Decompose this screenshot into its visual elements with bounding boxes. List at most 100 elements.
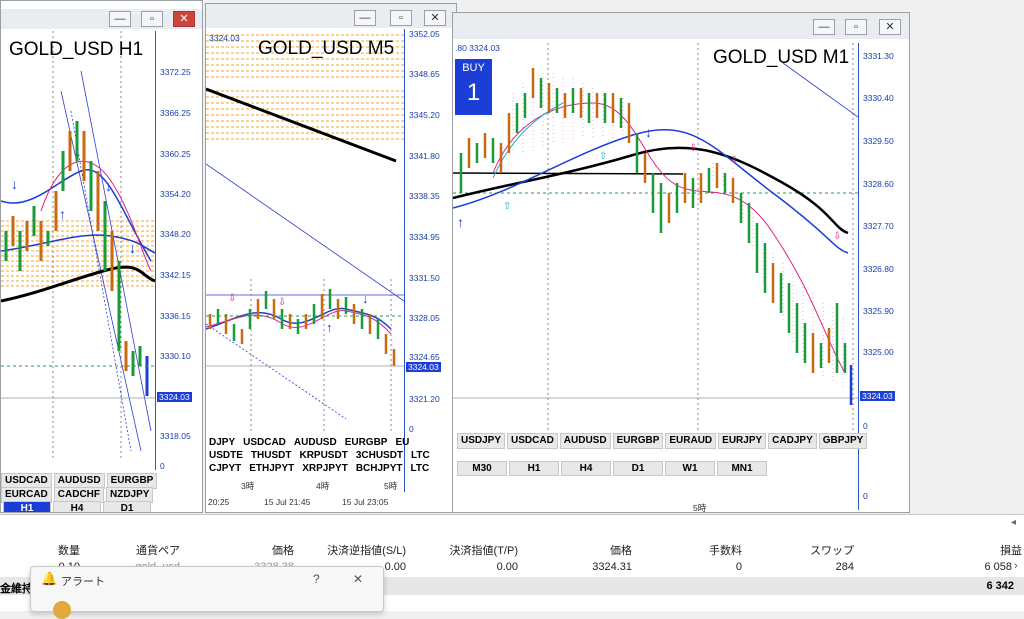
chart-window-h1[interactable]: — ▫ ✕ ↓ ↑ ↓ ↓ GOLD_USD H1 3372.25 3366.2… <box>0 0 203 513</box>
chart-title: GOLD_USD M5 <box>258 38 395 59</box>
price-label: 3328.60 <box>863 179 894 189</box>
symbol-button[interactable]: CJPYT <box>206 462 244 476</box>
column-header[interactable]: 決済逆指値(S/L) <box>300 542 406 558</box>
column-header[interactable]: 数量 <box>40 542 80 558</box>
price-label: 3336.15 <box>160 311 191 321</box>
close-button[interactable]: ✕ <box>353 572 363 586</box>
titlebar[interactable] <box>1 9 202 29</box>
symbol-button[interactable]: EURGBP <box>342 436 391 450</box>
svg-text:↓: ↓ <box>645 124 652 140</box>
price-chart-h1[interactable]: ↓ ↑ ↓ ↓ <box>1 31 155 461</box>
price-label: 3354.20 <box>160 189 191 199</box>
symbol-button[interactable]: USDJPY <box>457 433 506 449</box>
top-price-tag: 3324.03 <box>209 33 240 43</box>
svg-text:⇩: ⇩ <box>278 297 286 308</box>
symbol-button[interactable]: LTC <box>408 449 433 463</box>
price-label: 3338.35 <box>409 191 440 201</box>
svg-text:↓: ↓ <box>11 176 18 192</box>
symbol-button[interactable]: EURGBP <box>612 433 664 449</box>
price-chart-m5[interactable]: ⇩ ⇩ ↑ ↓ <box>206 29 404 434</box>
price-label: 3360.25 <box>160 149 191 159</box>
close-button[interactable]: ✕ <box>879 19 901 35</box>
timeframe-button-w1[interactable]: W1 <box>665 461 715 476</box>
column-header[interactable]: 手数料 <box>680 542 742 558</box>
symbol-button[interactable]: EURJPY <box>718 433 767 449</box>
chart-window-m1[interactable]: — ▫ ✕ .80 3324.03 ↓ ⇧ ⇧ ↑ ⇩ ⇩ ⇩ BUY 1 GO… <box>452 12 910 513</box>
symbol-button[interactable]: ETHJPYT <box>246 462 297 476</box>
position-price: 3324.31 <box>592 561 632 573</box>
timeframe-button-h1[interactable]: H1 <box>509 461 559 476</box>
chart-window-m5[interactable]: — ▫ ✕ ⇩ ⇩ ↑ ↓ 3324.03 GOLD_USD M5 3352.0… <box>205 3 457 513</box>
svg-text:↑: ↑ <box>59 206 66 222</box>
symbol-button[interactable]: EU <box>392 436 412 450</box>
symbol-button[interactable]: USDTE <box>206 449 246 463</box>
symbol-button[interactable]: USDCAD <box>507 433 558 449</box>
column-header[interactable]: 価格 <box>220 542 294 558</box>
timeframe-button-m30[interactable]: M30 <box>457 461 507 476</box>
price-label: 3331.50 <box>409 273 440 283</box>
maximize-button[interactable]: ▫ <box>390 10 412 26</box>
price-label: 3348.65 <box>409 69 440 79</box>
symbol-button[interactable]: XRPJPYT <box>299 462 351 476</box>
symbol-button[interactable]: CADJPY <box>768 433 817 449</box>
symbol-button[interactable]: THUSDT <box>248 449 295 463</box>
price-label: 0 <box>160 461 165 471</box>
symbol-button[interactable]: LTC <box>408 462 433 476</box>
help-button[interactable]: ? <box>313 572 320 586</box>
column-header[interactable]: 決済指値(T/P) <box>420 542 518 558</box>
price-label: 3318.05 <box>160 431 191 441</box>
symbol-button[interactable]: USDCAD <box>240 436 289 450</box>
svg-text:⇩: ⇩ <box>689 143 697 154</box>
alert-dialog[interactable]: 🔔 アラート ? ✕ <box>30 566 384 619</box>
position-pnl: 6 058 <box>984 561 1012 573</box>
buy-lot: 1 <box>466 79 481 106</box>
minimize-button[interactable]: — <box>813 19 835 35</box>
price-label: 0 <box>409 424 414 434</box>
chevron-right-icon[interactable]: › <box>1014 560 1018 572</box>
maximize-button[interactable]: ▫ <box>141 11 163 27</box>
timeframe-button-mn1[interactable]: MN1 <box>717 461 767 476</box>
price-chart-m1[interactable]: ↓ ⇧ ⇧ ↑ ⇩ ⇩ ⇩ <box>453 43 858 438</box>
column-header[interactable]: スワップ <box>780 542 854 558</box>
price-scale[interactable]: 3352.05 3348.65 3345.20 3341.80 3338.35 … <box>404 29 455 492</box>
symbol-button[interactable]: GBPJPY <box>818 433 868 449</box>
total-value: 6 342 <box>986 580 1014 592</box>
position-tp: 0.00 <box>496 561 518 573</box>
timeframe-button-h4[interactable]: H4 <box>53 501 101 512</box>
symbol-row: USDTE THUSDT KRPUSDT 3CHUSDT LTC <box>206 449 435 463</box>
datetime-label: 20:25 <box>208 497 230 507</box>
column-header[interactable]: 通貨ペア <box>100 542 180 558</box>
column-header[interactable]: 損益 <box>960 542 1022 558</box>
timeframe-button-d1[interactable]: D1 <box>103 501 151 512</box>
symbol-button[interactable]: 3CHUSDT <box>353 449 406 463</box>
buy-panel[interactable]: BUY 1 <box>455 59 492 115</box>
titlebar[interactable] <box>453 13 909 39</box>
price-label: 3329.50 <box>863 136 894 146</box>
symbol-button[interactable]: AUDUSD <box>291 436 340 450</box>
svg-text:⇧: ⇧ <box>599 151 607 162</box>
price-label: 3327.70 <box>863 221 894 231</box>
minimize-button[interactable]: — <box>109 11 131 27</box>
current-price-tag: 3324.03 <box>860 391 895 401</box>
symbol-button[interactable]: EURAUD <box>665 433 717 449</box>
maximize-button[interactable]: ▫ <box>845 19 867 35</box>
timeframe-button-h4[interactable]: H4 <box>561 461 611 476</box>
column-header[interactable]: 価格 <box>560 542 632 558</box>
scroll-left-icon[interactable]: ◂ <box>1011 517 1016 528</box>
current-price-tag: 3324.03 <box>406 362 441 372</box>
timeframe-button-h1[interactable]: H1 <box>3 501 51 512</box>
time-label: 3時 <box>241 481 255 491</box>
time-label: 5時 <box>384 481 398 491</box>
symbol-button[interactable]: DJPY <box>206 436 238 450</box>
svg-text:⇩: ⇩ <box>833 231 841 242</box>
price-label: 3341.80 <box>409 151 440 161</box>
price-scale[interactable]: 3372.25 3366.25 3360.25 3354.20 3348.20 … <box>155 31 202 471</box>
titlebar[interactable] <box>206 4 456 28</box>
symbol-button[interactable]: BCHJPYT <box>353 462 406 476</box>
minimize-button[interactable]: — <box>354 10 376 26</box>
symbol-button[interactable]: KRPUSDT <box>296 449 350 463</box>
close-button[interactable]: ✕ <box>424 10 446 26</box>
close-button[interactable]: ✕ <box>173 11 195 27</box>
timeframe-button-d1[interactable]: D1 <box>613 461 663 476</box>
symbol-button[interactable]: AUDUSD <box>559 433 611 449</box>
